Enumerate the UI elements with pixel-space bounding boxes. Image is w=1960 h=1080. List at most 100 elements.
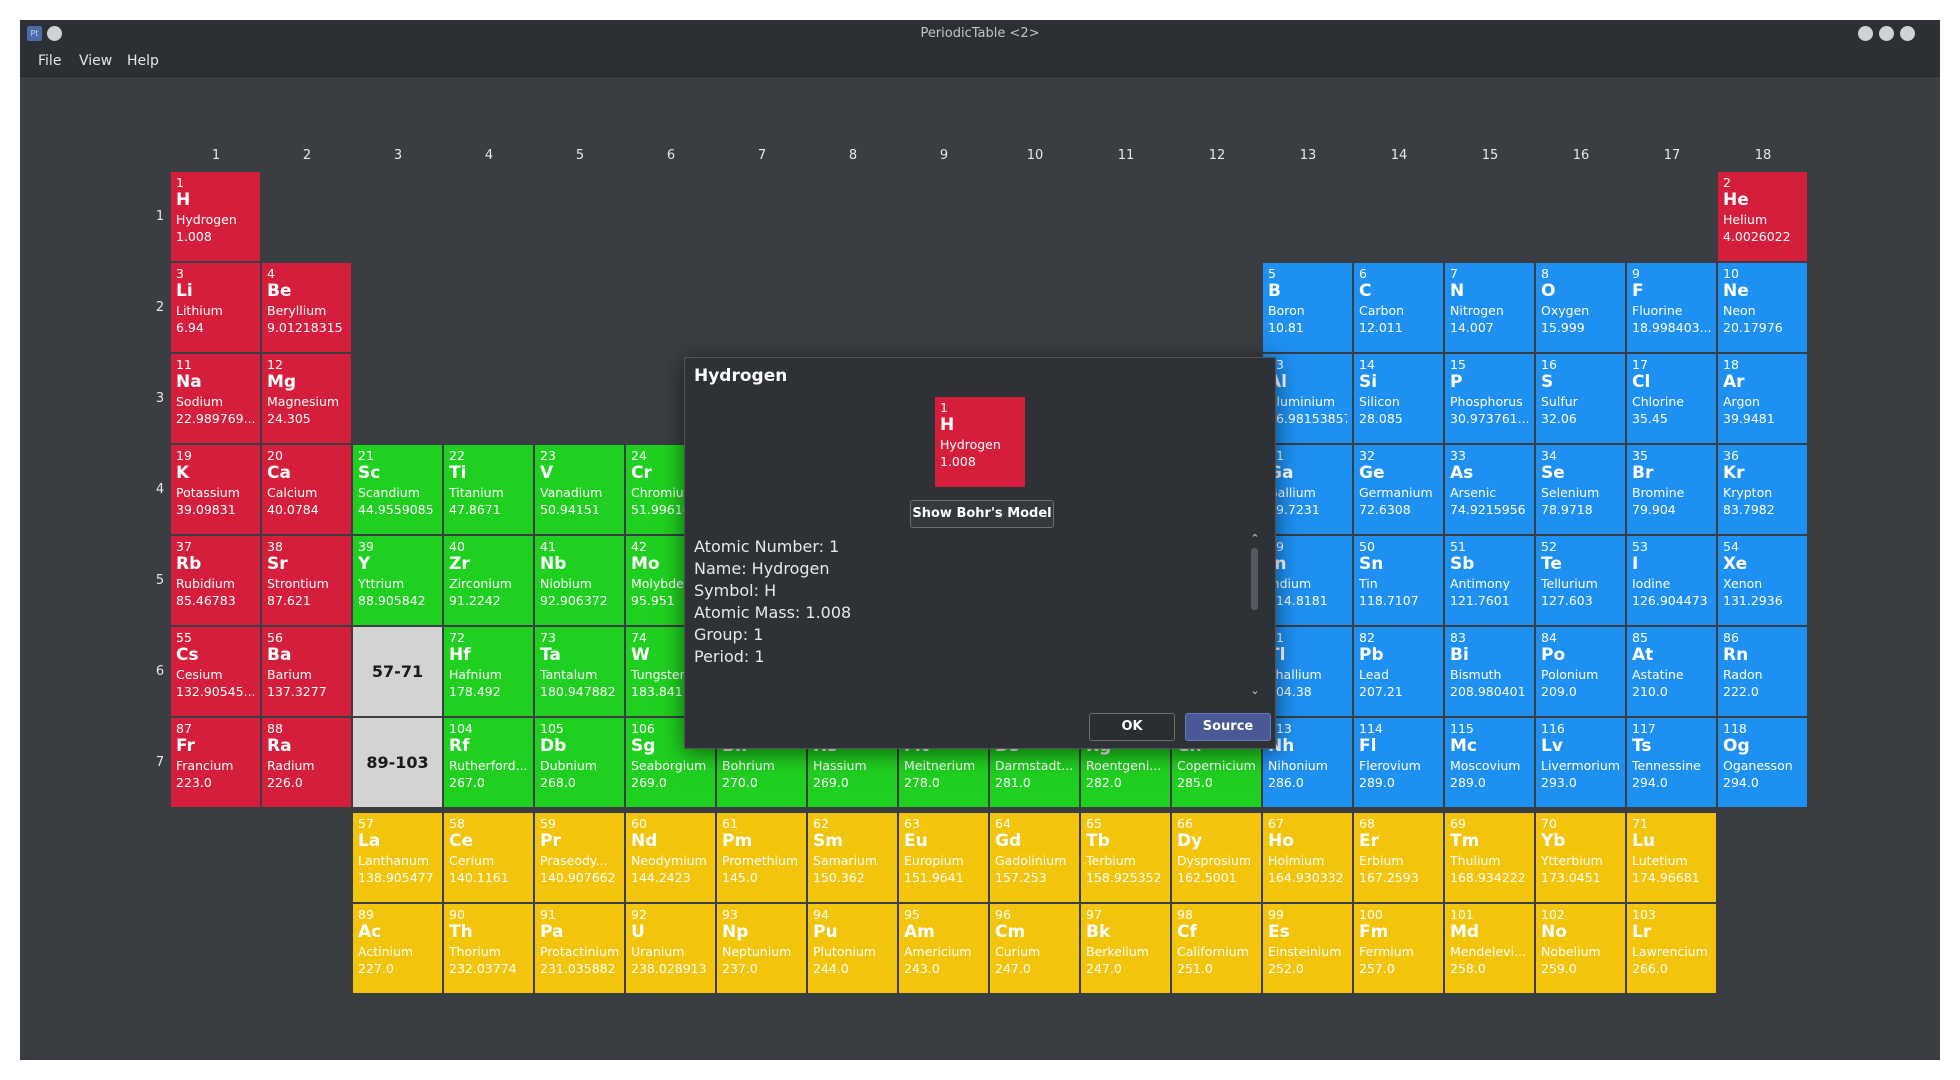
element-tile[interactable]: 17 Cl Chlorine 35.45 <box>1627 354 1716 443</box>
element-tile[interactable]: 81Tl Thallium 204.38 <box>1263 627 1352 716</box>
element-tile[interactable]: 41 Nb Niobium 92.906372 <box>535 536 624 625</box>
series-placeholder[interactable]: 57-71 <box>353 627 442 716</box>
element-tile[interactable]: 90 Th Thorium 232.03774 <box>444 904 533 993</box>
element-tile[interactable]: 87 Fr Francium 223.0 <box>171 718 260 807</box>
element-tile[interactable]: 84 Po Polonium 209.0 <box>1536 627 1625 716</box>
element-tile[interactable]: 51 Sb Antimony 121.7601 <box>1445 536 1534 625</box>
element-tile[interactable]: 113 Nh Nihonium 286.0 <box>1263 718 1352 807</box>
ok-button[interactable]: OK <box>1089 713 1175 741</box>
element-tile[interactable]: 116 Lv Livermorium 293.0 <box>1536 718 1625 807</box>
element-tile[interactable]: 88 Ra Radium 226.0 <box>262 718 351 807</box>
element-tile[interactable]: 72 Hf Hafnium 178.492 <box>444 627 533 716</box>
element-tile[interactable]: 67 Ho Holmium 164.930332 <box>1263 813 1352 902</box>
element-tile[interactable]: 114 Fl Flerovium 289.0 <box>1354 718 1443 807</box>
element-tile[interactable]: 100 Fm Fermium 257.0 <box>1354 904 1443 993</box>
element-tile[interactable]: 7 N Nitrogen 14.007 <box>1445 263 1534 352</box>
element-tile[interactable]: 96 Cm Curium 247.0 <box>990 904 1079 993</box>
element-tile[interactable]: 118 Og Oganesson 294.0 <box>1718 718 1807 807</box>
element-tile[interactable]: 56 Ba Barium 137.3277 <box>262 627 351 716</box>
element-tile[interactable]: 53 I Iodine 126.904473 <box>1627 536 1716 625</box>
element-tile[interactable]: 64 Gd Gadolinium 157.253 <box>990 813 1079 902</box>
element-tile[interactable]: 36 Kr Krypton 83.7982 <box>1718 445 1807 534</box>
element-tile[interactable]: 59 Pr Praseody... 140.907662 <box>535 813 624 902</box>
element-tile[interactable]: 49In Indium 114.8181 <box>1263 536 1352 625</box>
element-tile[interactable]: 89 Ac Actinium 227.0 <box>353 904 442 993</box>
element-tile[interactable]: 38 Sr Strontium 87.621 <box>262 536 351 625</box>
element-tile[interactable]: 50 Sn Tin 118.7107 <box>1354 536 1443 625</box>
element-tile[interactable]: 91 Pa Protactinium 231.035882 <box>535 904 624 993</box>
element-tile[interactable]: 71 Lu Lutetium 174.96681 <box>1627 813 1716 902</box>
element-tile[interactable]: 95 Am Americium 243.0 <box>899 904 988 993</box>
menu-view[interactable]: View <box>79 47 112 76</box>
element-tile[interactable]: 22 Ti Titanium 47.8671 <box>444 445 533 534</box>
element-tile[interactable]: 117 Ts Tennessine 294.0 <box>1627 718 1716 807</box>
element-tile[interactable]: 105 Db Dubnium 268.0 <box>535 718 624 807</box>
element-tile[interactable]: 21 Sc Scandium 44.9559085 <box>353 445 442 534</box>
element-tile[interactable]: 10 Ne Neon 20.17976 <box>1718 263 1807 352</box>
element-tile[interactable]: 19 K Potassium 39.09831 <box>171 445 260 534</box>
element-tile[interactable]: 32 Ge Germanium 72.6308 <box>1354 445 1443 534</box>
element-tile[interactable]: 8 O Oxygen 15.999 <box>1536 263 1625 352</box>
element-tile[interactable]: 66 Dy Dysprosium 162.5001 <box>1172 813 1261 902</box>
element-tile[interactable]: 18 Ar Argon 39.9481 <box>1718 354 1807 443</box>
element-tile[interactable]: 23 V Vanadium 50.94151 <box>535 445 624 534</box>
element-tile[interactable]: 92 U Uranium 238.028913 <box>626 904 715 993</box>
element-tile[interactable]: 58 Ce Cerium 140.1161 <box>444 813 533 902</box>
element-tile[interactable]: 69 Tm Thulium 168.934222 <box>1445 813 1534 902</box>
element-tile[interactable]: 14 Si Silicon 28.085 <box>1354 354 1443 443</box>
element-tile[interactable]: 98 Cf Californium 251.0 <box>1172 904 1261 993</box>
minimize-button[interactable] <box>1858 26 1873 41</box>
close-button[interactable] <box>1900 26 1915 41</box>
element-tile[interactable]: 6 C Carbon 12.011 <box>1354 263 1443 352</box>
element-tile[interactable]: 13Al Aluminium 26.98153857 <box>1263 354 1352 443</box>
scrollbar[interactable] <box>1251 548 1258 610</box>
show-bohr-model-button[interactable]: Show Bohr's Model <box>910 500 1054 528</box>
element-tile[interactable]: 94 Pu Plutonium 244.0 <box>808 904 897 993</box>
element-tile[interactable]: 3 Li Lithium 6.94 <box>171 263 260 352</box>
element-tile[interactable]: 35 Br Bromine 79.904 <box>1627 445 1716 534</box>
maximize-button[interactable] <box>1879 26 1894 41</box>
element-tile[interactable]: 55 Cs Cesium 132.90545... <box>171 627 260 716</box>
element-tile[interactable]: 102 No Nobelium 259.0 <box>1536 904 1625 993</box>
element-tile[interactable]: 12 Mg Magnesium 24.305 <box>262 354 351 443</box>
element-tile[interactable]: 11 Na Sodium 22.989769... <box>171 354 260 443</box>
element-tile[interactable]: 104 Rf Rutherford... 267.0 <box>444 718 533 807</box>
element-tile[interactable]: 68 Er Erbium 167.2593 <box>1354 813 1443 902</box>
element-tile[interactable]: 1 H Hydrogen 1.008 <box>171 172 260 261</box>
element-tile[interactable]: 40 Zr Zirconium 91.2242 <box>444 536 533 625</box>
element-tile[interactable]: 63 Eu Europium 151.9641 <box>899 813 988 902</box>
element-tile[interactable]: 62 Sm Samarium 150.362 <box>808 813 897 902</box>
element-tile[interactable]: 4 Be Beryllium 9.01218315 <box>262 263 351 352</box>
element-tile[interactable]: 16 S Sulfur 32.06 <box>1536 354 1625 443</box>
element-tile[interactable]: 97 Bk Berkelium 247.0 <box>1081 904 1170 993</box>
element-tile[interactable]: 70 Yb Ytterbium 173.0451 <box>1536 813 1625 902</box>
element-tile[interactable]: 9 F Fluorine 18.998403... <box>1627 263 1716 352</box>
element-tile[interactable]: 103 Lr Lawrencium 266.0 <box>1627 904 1716 993</box>
series-placeholder[interactable]: 89-103 <box>353 718 442 807</box>
element-tile[interactable]: 37 Rb Rubidium 85.46783 <box>171 536 260 625</box>
element-tile[interactable]: 115 Mc Moscovium 289.0 <box>1445 718 1534 807</box>
element-tile[interactable]: 54 Xe Xenon 131.2936 <box>1718 536 1807 625</box>
element-tile[interactable]: 52 Te Tellurium 127.603 <box>1536 536 1625 625</box>
element-tile[interactable]: 60 Nd Neodymium 144.2423 <box>626 813 715 902</box>
element-tile[interactable]: 86 Rn Radon 222.0 <box>1718 627 1807 716</box>
element-tile[interactable]: 65 Tb Terbium 158.925352 <box>1081 813 1170 902</box>
element-tile[interactable]: 5 B Boron 10.81 <box>1263 263 1352 352</box>
element-tile[interactable]: 83 Bi Bismuth 208.980401 <box>1445 627 1534 716</box>
element-tile[interactable]: 101 Md Mendelevi... 258.0 <box>1445 904 1534 993</box>
element-tile[interactable]: 93 Np Neptunium 237.0 <box>717 904 806 993</box>
element-tile[interactable]: 73 Ta Tantalum 180.947882 <box>535 627 624 716</box>
source-button[interactable]: Source <box>1185 713 1271 741</box>
element-tile[interactable]: 85 At Astatine 210.0 <box>1627 627 1716 716</box>
element-tile[interactable]: 99 Es Einsteinium 252.0 <box>1263 904 1352 993</box>
element-tile[interactable]: 2 He Helium 4.0026022 <box>1718 172 1807 261</box>
element-info-text[interactable]: Atomic Number: 1 Name: Hydrogen Symbol: … <box>694 536 1239 704</box>
element-tile[interactable]: 15 P Phosphorus 30.973761... <box>1445 354 1534 443</box>
element-tile[interactable]: 82 Pb Lead 207.21 <box>1354 627 1443 716</box>
element-tile[interactable]: 39 Y Yttrium 88.905842 <box>353 536 442 625</box>
element-tile[interactable]: 33 As Arsenic 74.9215956 <box>1445 445 1534 534</box>
element-tile[interactable]: 20 Ca Calcium 40.0784 <box>262 445 351 534</box>
element-tile[interactable]: 31Ga Gallium 69.7231 <box>1263 445 1352 534</box>
scroll-down-icon[interactable]: ⌄ <box>1248 684 1262 698</box>
menu-help[interactable]: Help <box>127 47 159 76</box>
